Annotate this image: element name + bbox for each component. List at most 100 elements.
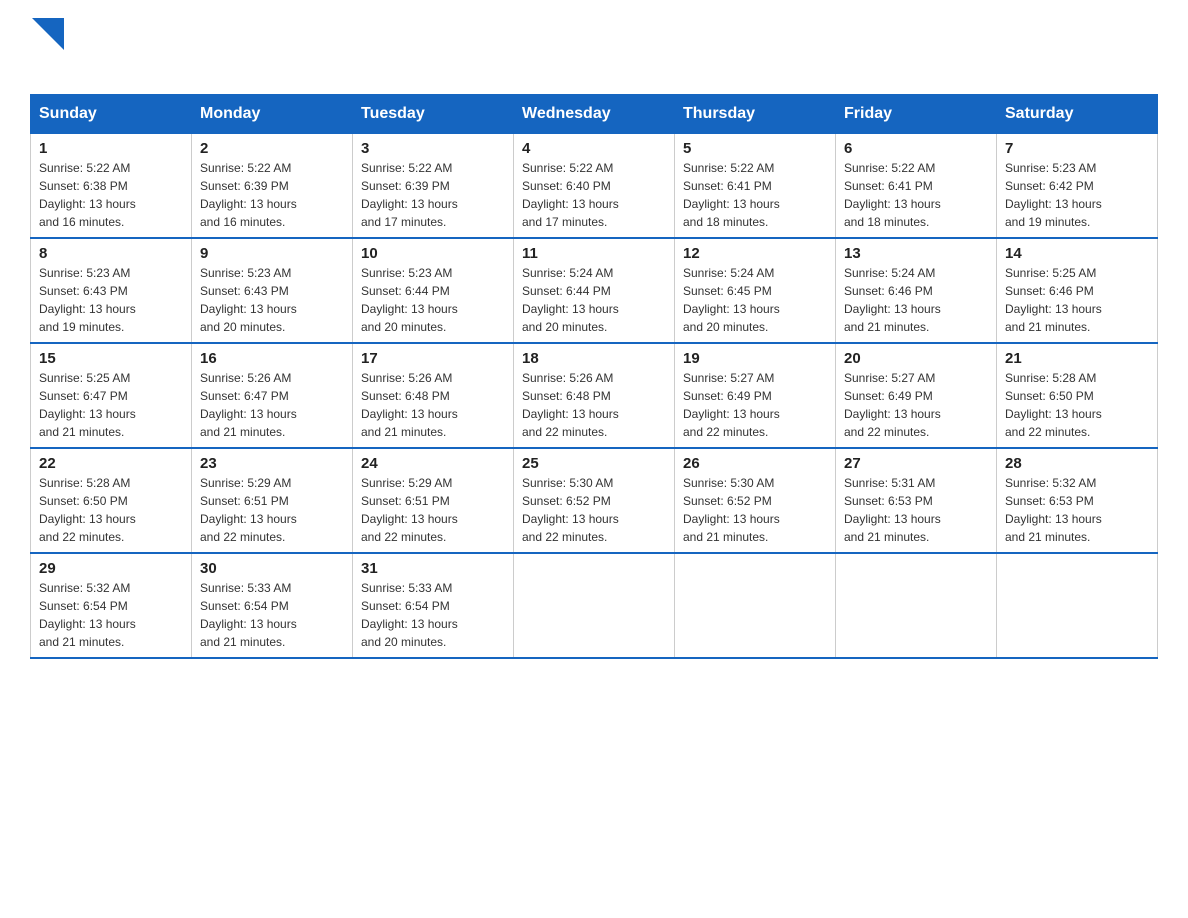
calendar-day-cell: 31 Sunrise: 5:33 AMSunset: 6:54 PMDayligh… [353, 553, 514, 658]
day-number: 15 [39, 350, 183, 367]
logo [30, 20, 64, 76]
day-number: 24 [361, 455, 505, 472]
calendar-day-cell: 7 Sunrise: 5:23 AMSunset: 6:42 PMDaylight… [997, 134, 1158, 239]
day-number: 31 [361, 560, 505, 577]
page-header [30, 20, 1158, 76]
day-info: Sunrise: 5:22 AMSunset: 6:41 PMDaylight:… [844, 159, 988, 231]
day-info: Sunrise: 5:22 AMSunset: 6:39 PMDaylight:… [361, 159, 505, 231]
weekday-header-sunday: Sunday [31, 95, 192, 134]
logo-icon [32, 18, 64, 50]
calendar-day-cell: 27Sunrise: 5:31 AMSunset: 6:53 PMDayligh… [836, 448, 997, 553]
day-info: Sunrise: 5:25 AMSunset: 6:47 PMDaylight:… [39, 369, 183, 441]
calendar-day-cell: 10 Sunrise: 5:23 AMSunset: 6:44 PMDayligh… [353, 238, 514, 343]
calendar-day-cell: 26 Sunrise: 5:30 AMSunset: 6:52 PMDayligh… [675, 448, 836, 553]
weekday-header-saturday: Saturday [997, 95, 1158, 134]
calendar-day-cell: 19Sunrise: 5:27 AMSunset: 6:49 PMDayligh… [675, 343, 836, 448]
calendar-day-cell: 4 Sunrise: 5:22 AMSunset: 6:40 PMDaylight… [514, 134, 675, 239]
day-number: 28 [1005, 455, 1149, 472]
calendar-day-cell: 21Sunrise: 5:28 AMSunset: 6:50 PMDayligh… [997, 343, 1158, 448]
day-info: Sunrise: 5:22 AMSunset: 6:41 PMDaylight:… [683, 159, 827, 231]
calendar-day-cell: 13 Sunrise: 5:24 AMSunset: 6:46 PMDayligh… [836, 238, 997, 343]
calendar-week-row: 22 Sunrise: 5:28 AMSunset: 6:50 PMDayligh… [31, 448, 1158, 553]
calendar-day-cell: 3 Sunrise: 5:22 AMSunset: 6:39 PMDaylight… [353, 134, 514, 239]
calendar-day-cell: 12 Sunrise: 5:24 AMSunset: 6:45 PMDayligh… [675, 238, 836, 343]
calendar-day-cell: 1 Sunrise: 5:22 AMSunset: 6:38 PMDaylight… [31, 134, 192, 239]
calendar-week-row: 29 Sunrise: 5:32 AMSunset: 6:54 PMDayligh… [31, 553, 1158, 658]
day-number: 12 [683, 245, 827, 262]
day-info: Sunrise: 5:24 AMSunset: 6:46 PMDaylight:… [844, 264, 988, 336]
day-number: 18 [522, 350, 666, 367]
day-number: 9 [200, 245, 344, 262]
day-info: Sunrise: 5:25 AMSunset: 6:46 PMDaylight:… [1005, 264, 1149, 336]
calendar-day-cell: 6 Sunrise: 5:22 AMSunset: 6:41 PMDaylight… [836, 134, 997, 239]
calendar-week-row: 8 Sunrise: 5:23 AMSunset: 6:43 PMDaylight… [31, 238, 1158, 343]
day-number: 2 [200, 140, 344, 157]
day-number: 19 [683, 350, 827, 367]
day-number: 5 [683, 140, 827, 157]
day-info: Sunrise: 5:32 AMSunset: 6:54 PMDaylight:… [39, 579, 183, 651]
day-number: 10 [361, 245, 505, 262]
calendar-day-cell: 24 Sunrise: 5:29 AMSunset: 6:51 PMDayligh… [353, 448, 514, 553]
day-number: 29 [39, 560, 183, 577]
day-number: 25 [522, 455, 666, 472]
day-info: Sunrise: 5:28 AMSunset: 6:50 PMDaylight:… [1005, 369, 1149, 441]
day-info: Sunrise: 5:26 AMSunset: 6:48 PMDaylight:… [522, 369, 666, 441]
calendar-day-cell: 20Sunrise: 5:27 AMSunset: 6:49 PMDayligh… [836, 343, 997, 448]
day-number: 8 [39, 245, 183, 262]
calendar-day-cell: 5 Sunrise: 5:22 AMSunset: 6:41 PMDaylight… [675, 134, 836, 239]
day-info: Sunrise: 5:28 AMSunset: 6:50 PMDaylight:… [39, 474, 183, 546]
day-number: 17 [361, 350, 505, 367]
day-info: Sunrise: 5:29 AMSunset: 6:51 PMDaylight:… [200, 474, 344, 546]
calendar-day-cell: 22 Sunrise: 5:28 AMSunset: 6:50 PMDayligh… [31, 448, 192, 553]
day-number: 7 [1005, 140, 1149, 157]
day-info: Sunrise: 5:23 AMSunset: 6:44 PMDaylight:… [361, 264, 505, 336]
day-number: 1 [39, 140, 183, 157]
calendar-day-cell [514, 553, 675, 658]
calendar-day-cell: 9 Sunrise: 5:23 AMSunset: 6:43 PMDaylight… [192, 238, 353, 343]
calendar-day-cell: 30Sunrise: 5:33 AMSunset: 6:54 PMDayligh… [192, 553, 353, 658]
day-number: 27 [844, 455, 988, 472]
calendar-day-cell: 8 Sunrise: 5:23 AMSunset: 6:43 PMDaylight… [31, 238, 192, 343]
day-number: 26 [683, 455, 827, 472]
day-info: Sunrise: 5:33 AMSunset: 6:54 PMDaylight:… [361, 579, 505, 651]
calendar-day-cell: 23Sunrise: 5:29 AMSunset: 6:51 PMDayligh… [192, 448, 353, 553]
calendar-day-cell: 15 Sunrise: 5:25 AMSunset: 6:47 PMDayligh… [31, 343, 192, 448]
calendar-day-cell: 16 Sunrise: 5:26 AMSunset: 6:47 PMDayligh… [192, 343, 353, 448]
day-number: 3 [361, 140, 505, 157]
day-info: Sunrise: 5:32 AMSunset: 6:53 PMDaylight:… [1005, 474, 1149, 546]
day-info: Sunrise: 5:30 AMSunset: 6:52 PMDaylight:… [683, 474, 827, 546]
day-number: 22 [39, 455, 183, 472]
day-info: Sunrise: 5:22 AMSunset: 6:39 PMDaylight:… [200, 159, 344, 231]
day-info: Sunrise: 5:23 AMSunset: 6:42 PMDaylight:… [1005, 159, 1149, 231]
calendar-week-row: 15 Sunrise: 5:25 AMSunset: 6:47 PMDayligh… [31, 343, 1158, 448]
day-info: Sunrise: 5:24 AMSunset: 6:45 PMDaylight:… [683, 264, 827, 336]
weekday-header-row: SundayMondayTuesdayWednesdayThursdayFrid… [31, 95, 1158, 134]
calendar-day-cell [997, 553, 1158, 658]
calendar-day-cell: 18 Sunrise: 5:26 AMSunset: 6:48 PMDayligh… [514, 343, 675, 448]
day-info: Sunrise: 5:22 AMSunset: 6:38 PMDaylight:… [39, 159, 183, 231]
day-info: Sunrise: 5:33 AMSunset: 6:54 PMDaylight:… [200, 579, 344, 651]
day-number: 16 [200, 350, 344, 367]
day-number: 6 [844, 140, 988, 157]
weekday-header-thursday: Thursday [675, 95, 836, 134]
day-info: Sunrise: 5:30 AMSunset: 6:52 PMDaylight:… [522, 474, 666, 546]
day-number: 14 [1005, 245, 1149, 262]
calendar-day-cell: 17Sunrise: 5:26 AMSunset: 6:48 PMDayligh… [353, 343, 514, 448]
day-info: Sunrise: 5:29 AMSunset: 6:51 PMDaylight:… [361, 474, 505, 546]
weekday-header-monday: Monday [192, 95, 353, 134]
day-info: Sunrise: 5:23 AMSunset: 6:43 PMDaylight:… [39, 264, 183, 336]
calendar-day-cell: 14 Sunrise: 5:25 AMSunset: 6:46 PMDayligh… [997, 238, 1158, 343]
day-number: 20 [844, 350, 988, 367]
day-info: Sunrise: 5:26 AMSunset: 6:47 PMDaylight:… [200, 369, 344, 441]
day-number: 4 [522, 140, 666, 157]
calendar-day-cell: 25 Sunrise: 5:30 AMSunset: 6:52 PMDayligh… [514, 448, 675, 553]
calendar-day-cell [836, 553, 997, 658]
day-info: Sunrise: 5:22 AMSunset: 6:40 PMDaylight:… [522, 159, 666, 231]
weekday-header-tuesday: Tuesday [353, 95, 514, 134]
calendar-day-cell: 11Sunrise: 5:24 AMSunset: 6:44 PMDayligh… [514, 238, 675, 343]
calendar-day-cell: 28 Sunrise: 5:32 AMSunset: 6:53 PMDayligh… [997, 448, 1158, 553]
day-info: Sunrise: 5:23 AMSunset: 6:43 PMDaylight:… [200, 264, 344, 336]
day-number: 13 [844, 245, 988, 262]
calendar-week-row: 1 Sunrise: 5:22 AMSunset: 6:38 PMDaylight… [31, 134, 1158, 239]
weekday-header-wednesday: Wednesday [514, 95, 675, 134]
